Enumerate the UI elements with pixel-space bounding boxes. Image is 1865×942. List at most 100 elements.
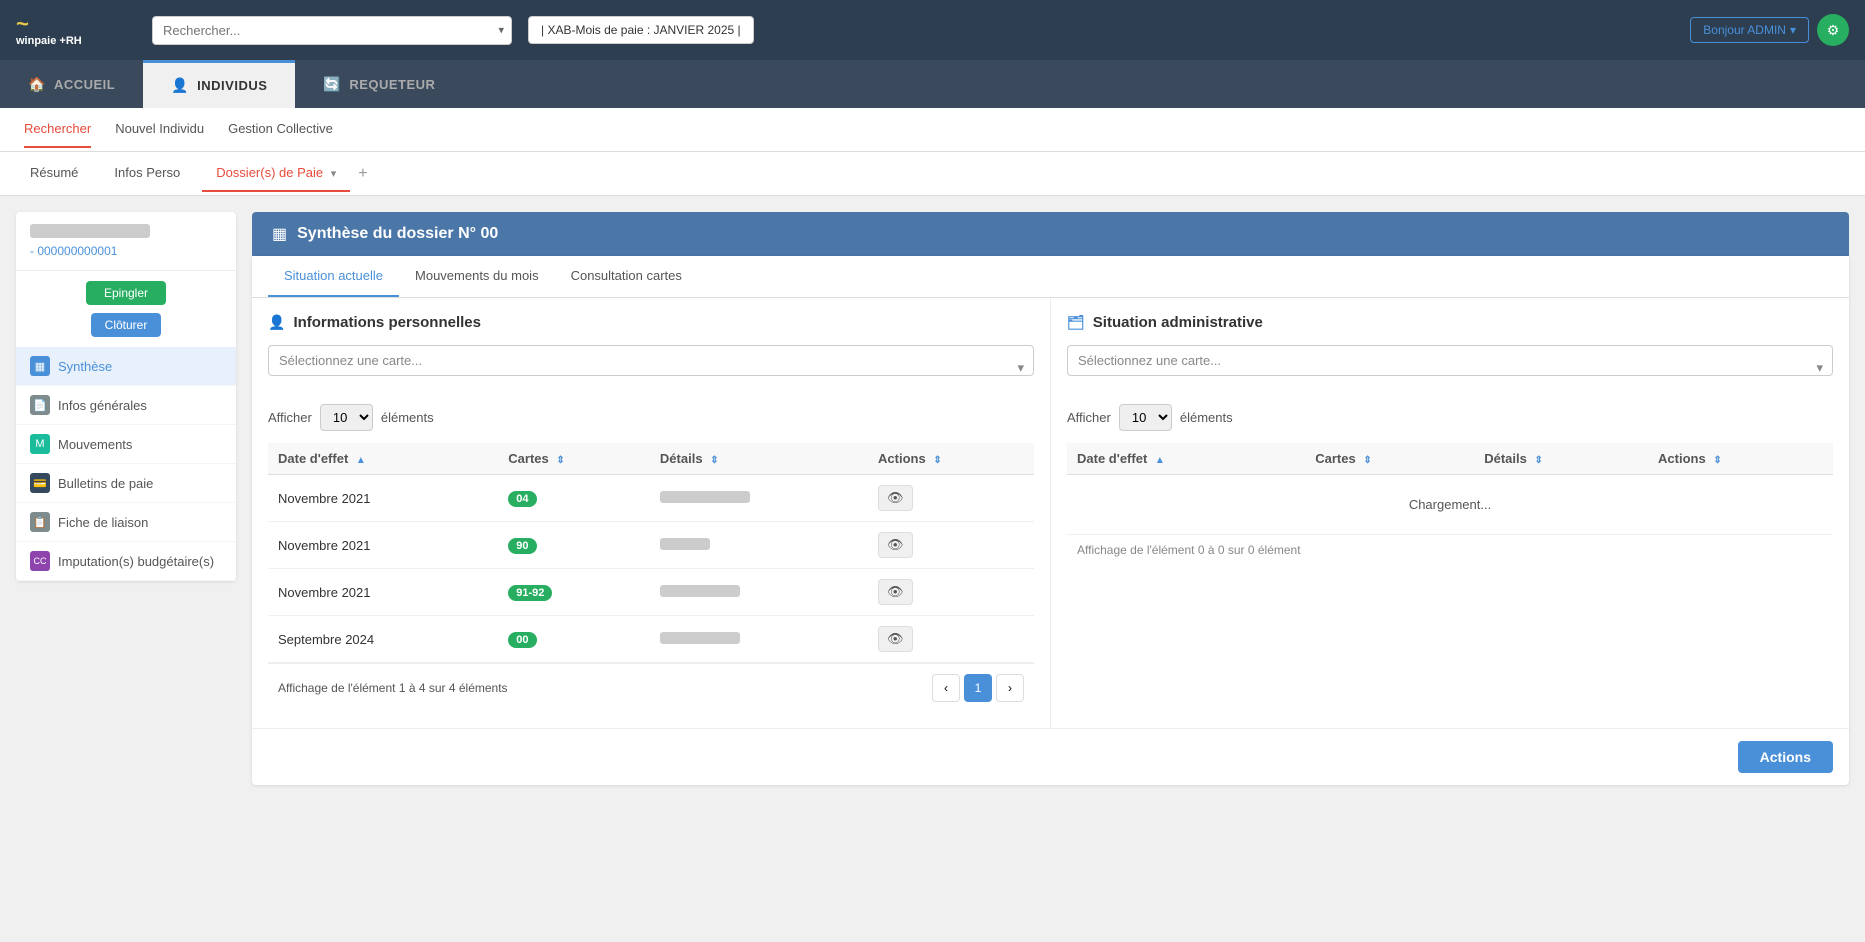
sidebar-label-infos-generales: Infos générales — [58, 398, 147, 413]
chevron-down-icon: ▾ — [1790, 23, 1796, 37]
page-prev-perso[interactable]: ‹ — [932, 674, 960, 702]
cell-actions-0: 👁 — [868, 475, 1034, 522]
imputation-icon: CC — [30, 551, 50, 571]
bonjour-label: Bonjour ADMIN — [1703, 23, 1786, 37]
select-carte-perso-wrapper: Sélectionnez une carte... — [268, 345, 1034, 390]
badge-3: 00 — [508, 632, 536, 648]
sidebar-name-blur — [30, 224, 150, 238]
sort-date-admin-icon[interactable]: ▲ — [1155, 455, 1165, 466]
eye-button-2[interactable]: 👁 — [878, 579, 913, 605]
actions-button[interactable]: Actions — [1738, 741, 1833, 773]
details-blur-0 — [660, 491, 750, 503]
dossier-tab-mouvements[interactable]: Mouvements du mois — [399, 256, 555, 297]
sidebar-label-mouvements: Mouvements — [58, 437, 132, 452]
afficher-label-perso: Afficher — [268, 410, 312, 425]
details-blur-2 — [660, 585, 740, 597]
th-cartes-admin: Cartes ⇕ — [1305, 443, 1474, 475]
sidebar-item-mouvements[interactable]: M Mouvements — [16, 425, 236, 464]
cell-date-1: Novembre 2021 — [268, 522, 498, 569]
sidebar-item-imputation[interactable]: CC Imputation(s) budgétaire(s) — [16, 542, 236, 581]
col-infos-perso: 👤 Informations personnelles Sélectionnez… — [252, 298, 1051, 728]
th-actions-perso: Actions ⇕ — [868, 443, 1034, 475]
dossier-tab-consultation[interactable]: Consultation cartes — [555, 256, 698, 297]
logo-text: winpaie +RH — [16, 35, 82, 47]
table-infos-perso: Date d'effet ▲ Cartes ⇕ Détails ⇕ — [268, 443, 1034, 663]
th-details-perso: Détails ⇕ — [650, 443, 868, 475]
nav-label-individus: INDIVIDUS — [197, 78, 267, 93]
logo-area: ~ winpaie +RH — [16, 13, 136, 47]
epingler-button[interactable]: Epingler — [86, 281, 166, 305]
bonjour-button[interactable]: Bonjour ADMIN ▾ — [1690, 17, 1809, 43]
tab-infos-perso[interactable]: Infos Perso — [100, 155, 194, 192]
sidebar-item-synthese[interactable]: ▦ Synthèse — [16, 347, 236, 386]
settings-button[interactable]: ⚙ — [1817, 14, 1849, 46]
sidebar-item-bulletins[interactable]: 💳 Bulletins de paie — [16, 464, 236, 503]
search-dropdown-arrow[interactable]: ▾ — [498, 24, 504, 37]
dossier-body: Situation actuelle Mouvements du mois Co… — [252, 256, 1849, 785]
sort-cartes-icon[interactable]: ⇕ — [556, 455, 564, 466]
nav-item-accueil[interactable]: 🏠 ACCUEIL — [0, 60, 143, 108]
page-1-perso[interactable]: 1 — [964, 674, 992, 702]
dossier-tabs: Situation actuelle Mouvements du mois Co… — [252, 256, 1849, 298]
afficher-select-admin[interactable]: 10 25 50 — [1119, 404, 1172, 431]
fiche-liaison-icon: 📋 — [30, 512, 50, 532]
left-sidebar: - 000000000001 Epingler Clôturer ▦ Synth… — [16, 212, 236, 581]
dossier-tab-situation[interactable]: Situation actuelle — [268, 256, 399, 297]
section-infos-perso-title: 👤 Informations personnelles — [268, 314, 1034, 331]
month-badge: | XAB-Mois de paie : JANVIER 2025 | — [528, 16, 754, 44]
th-cartes-perso: Cartes ⇕ — [498, 443, 650, 475]
subnav-gestion-collective[interactable]: Gestion Collective — [228, 111, 333, 148]
elements-label-perso: éléments — [381, 410, 434, 425]
cell-actions-3: 👁 — [868, 616, 1034, 663]
sort-actions-admin-icon[interactable]: ⇕ — [1713, 455, 1721, 466]
th-date-effet-admin: Date d'effet ▲ — [1067, 443, 1305, 475]
tab-dossiers-paie[interactable]: Dossier(s) de Paie ▾ — [202, 155, 350, 192]
cell-actions-2: 👁 — [868, 569, 1034, 616]
afficher-select-perso[interactable]: 10 25 50 — [320, 404, 373, 431]
person-icon: 👤 — [268, 314, 285, 331]
cloturer-button[interactable]: Clôturer — [91, 313, 162, 337]
nav-label-accueil: ACCUEIL — [54, 77, 115, 92]
subnav-rechercher[interactable]: Rechercher — [24, 111, 91, 148]
pagination-perso: ‹ 1 › — [932, 674, 1024, 702]
eye-button-1[interactable]: 👁 — [878, 532, 913, 558]
select-carte-admin[interactable]: Sélectionnez une carte... — [1067, 345, 1833, 376]
eye-button-0[interactable]: 👁 — [878, 485, 913, 511]
content-area: - 000000000001 Epingler Clôturer ▦ Synth… — [0, 196, 1865, 942]
badge-0: 04 — [508, 491, 536, 507]
cell-date-0: Novembre 2021 — [268, 475, 498, 522]
search-bar: ▾ — [152, 16, 512, 45]
sidebar-item-fiche-liaison[interactable]: 📋 Fiche de liaison — [16, 503, 236, 542]
search-input[interactable] — [152, 16, 512, 45]
afficher-label-admin: Afficher — [1067, 410, 1111, 425]
select-carte-perso[interactable]: Sélectionnez une carte... — [268, 345, 1034, 376]
page-next-perso[interactable]: › — [996, 674, 1024, 702]
sort-details-admin-icon[interactable]: ⇕ — [1535, 455, 1543, 466]
table-row: Chargement... — [1067, 475, 1833, 535]
sort-date-icon[interactable]: ▲ — [356, 455, 366, 466]
sidebar-label-imputation: Imputation(s) budgétaire(s) — [58, 554, 214, 569]
sidebar-actions: Epingler Clôturer — [16, 271, 236, 347]
details-blur-3 — [660, 632, 740, 644]
details-blur-1 — [660, 538, 710, 550]
dossier-tab-dropdown: ▾ — [331, 168, 337, 180]
settings-icon: ⚙ — [1827, 22, 1840, 39]
sort-actions-icon[interactable]: ⇕ — [933, 455, 941, 466]
cell-details-1 — [650, 522, 868, 569]
table-row: Novembre 2021 04 👁 — [268, 475, 1034, 522]
sort-details-icon[interactable]: ⇕ — [710, 455, 718, 466]
table-perso-footer-text: Affichage de l'élément 1 à 4 sur 4 éléme… — [278, 681, 508, 695]
cell-date-2: Novembre 2021 — [268, 569, 498, 616]
subnav-nouvel-individu[interactable]: Nouvel Individu — [115, 111, 204, 148]
section-situation-admin-title: 🗂 Situation administrative — [1067, 314, 1833, 331]
nav-item-individus[interactable]: 👤 INDIVIDUS — [143, 60, 295, 108]
sidebar-item-infos-generales[interactable]: 📄 Infos générales — [16, 386, 236, 425]
nav-label-requeteur: REQUETEUR — [349, 77, 435, 92]
sort-cartes-admin-icon[interactable]: ⇕ — [1363, 455, 1371, 466]
tab-add-button[interactable]: + — [358, 165, 367, 183]
eye-button-3[interactable]: 👁 — [878, 626, 913, 652]
nav-item-requeteur[interactable]: 🔄 REQUETEUR — [295, 60, 463, 108]
requeteur-icon: 🔄 — [323, 76, 341, 93]
table-perso-footer: Affichage de l'élément 1 à 4 sur 4 éléme… — [268, 663, 1034, 712]
tab-resume[interactable]: Résumé — [16, 155, 92, 192]
